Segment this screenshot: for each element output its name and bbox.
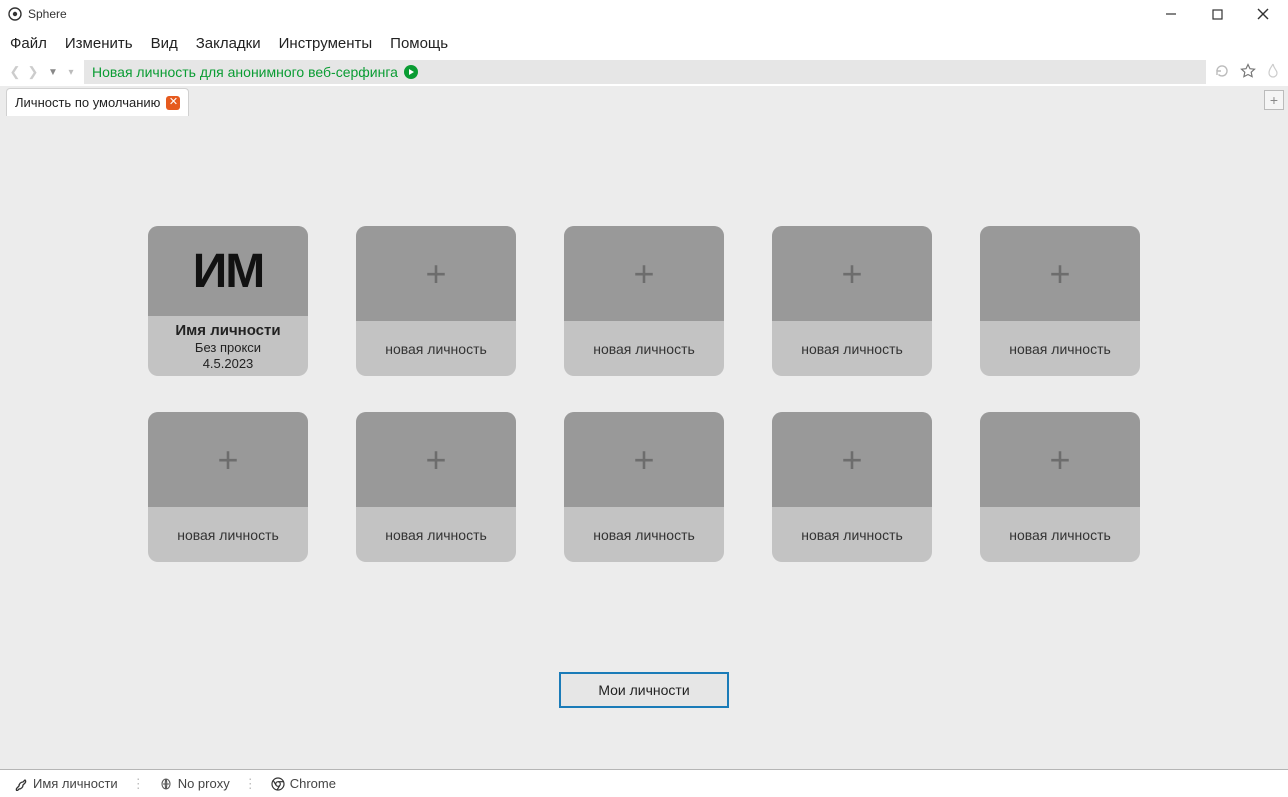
new-identity-label: новая личность	[385, 527, 487, 543]
new-identity-label: новая личность	[801, 527, 903, 543]
identity-date: 4.5.2023	[203, 356, 254, 371]
new-identity-card[interactable]: + новая личность	[772, 412, 932, 562]
new-identity-card[interactable]: + новая личность	[772, 226, 932, 376]
reload-icon[interactable]	[1214, 63, 1230, 82]
maximize-button[interactable]	[1194, 0, 1240, 28]
history-dropdown-2[interactable]: ▾	[66, 67, 76, 78]
status-proxy[interactable]: No proxy	[153, 774, 236, 794]
titlebar: Sphere	[0, 0, 1288, 28]
menu-edit[interactable]: Изменить	[65, 35, 133, 52]
content-area: ИМ Имя личности Без прокси 4.5.2023 + но…	[0, 116, 1288, 769]
new-identity-card[interactable]: + новая личность	[980, 412, 1140, 562]
plus-icon: +	[633, 253, 654, 295]
my-identities-label: Мои личности	[598, 682, 689, 698]
plus-icon: +	[1049, 253, 1070, 295]
history-dropdown[interactable]: ▼	[48, 67, 58, 78]
menu-tools[interactable]: Инструменты	[279, 35, 373, 52]
status-identity[interactable]: Имя личности	[8, 774, 124, 794]
new-identity-label: новая личность	[801, 341, 903, 357]
plus-icon: +	[425, 253, 446, 295]
tab-label: Личность по умолчанию	[15, 95, 160, 110]
menu-bookmarks[interactable]: Закладки	[196, 35, 261, 52]
identity-proxy: Без прокси	[195, 340, 261, 355]
status-browser[interactable]: Chrome	[265, 774, 342, 794]
new-identity-card[interactable]: + новая личность	[980, 226, 1140, 376]
tab-default-identity[interactable]: Личность по умолчанию ✕	[6, 88, 189, 116]
add-tab-button[interactable]: +	[1264, 90, 1284, 110]
window-controls	[1148, 0, 1286, 28]
addressbar: ❮ ❯ ▼ ▾ Новая личность для анонимного ве…	[0, 58, 1288, 86]
identity-initials: ИМ	[148, 226, 308, 316]
star-icon[interactable]	[1240, 63, 1256, 82]
flame-icon[interactable]	[1266, 63, 1280, 82]
new-identity-label: новая личность	[385, 341, 487, 357]
new-identity-card[interactable]: + новая личность	[564, 226, 724, 376]
url-text: Новая личность для анонимного веб-серфин…	[92, 64, 398, 80]
status-separator: ⋮	[244, 776, 257, 792]
plus-icon: +	[1049, 439, 1070, 481]
new-identity-label: новая личность	[1009, 527, 1111, 543]
statusbar: Имя личности ⋮ No proxy ⋮ Chrome	[0, 769, 1288, 797]
go-icon[interactable]	[404, 65, 418, 79]
plus-icon: +	[841, 253, 862, 295]
new-identity-label: новая личность	[177, 527, 279, 543]
new-identity-card[interactable]: + новая личность	[356, 226, 516, 376]
status-separator: ⋮	[132, 776, 145, 792]
menu-help[interactable]: Помощь	[390, 35, 448, 52]
identity-card-info: Имя личности Без прокси 4.5.2023	[148, 316, 308, 376]
back-button[interactable]: ❮	[8, 64, 22, 80]
new-identity-label: новая личность	[593, 527, 695, 543]
app-icon	[8, 7, 22, 21]
new-identity-card[interactable]: + новая личность	[564, 412, 724, 562]
new-identity-card[interactable]: + новая личность	[356, 412, 516, 562]
menubar: Файл Изменить Вид Закладки Инструменты П…	[0, 28, 1288, 58]
forward-button[interactable]: ❯	[26, 64, 40, 80]
plus-icon: +	[841, 439, 862, 481]
menu-file[interactable]: Файл	[10, 35, 47, 52]
tab-close-icon[interactable]: ✕	[166, 96, 180, 110]
url-field[interactable]: Новая личность для анонимного веб-серфин…	[84, 60, 1206, 84]
my-identities-button[interactable]: Мои личности	[559, 672, 729, 708]
plus-icon: +	[633, 439, 654, 481]
identity-card[interactable]: ИМ Имя личности Без прокси 4.5.2023	[148, 226, 308, 376]
menu-view[interactable]: Вид	[151, 35, 178, 52]
identities-grid: ИМ Имя личности Без прокси 4.5.2023 + но…	[144, 226, 1144, 562]
close-button[interactable]	[1240, 0, 1286, 28]
new-identity-label: новая личность	[593, 341, 695, 357]
nav-arrows: ❮ ❯	[8, 64, 40, 80]
tabbar: Личность по умолчанию ✕ +	[0, 86, 1288, 116]
plus-icon: +	[425, 439, 446, 481]
new-identity-card[interactable]: + новая личность	[148, 412, 308, 562]
app-title: Sphere	[28, 7, 67, 21]
minimize-button[interactable]	[1148, 0, 1194, 28]
new-identity-label: новая личность	[1009, 341, 1111, 357]
plus-icon: +	[217, 439, 238, 481]
identity-name: Имя личности	[175, 322, 280, 339]
